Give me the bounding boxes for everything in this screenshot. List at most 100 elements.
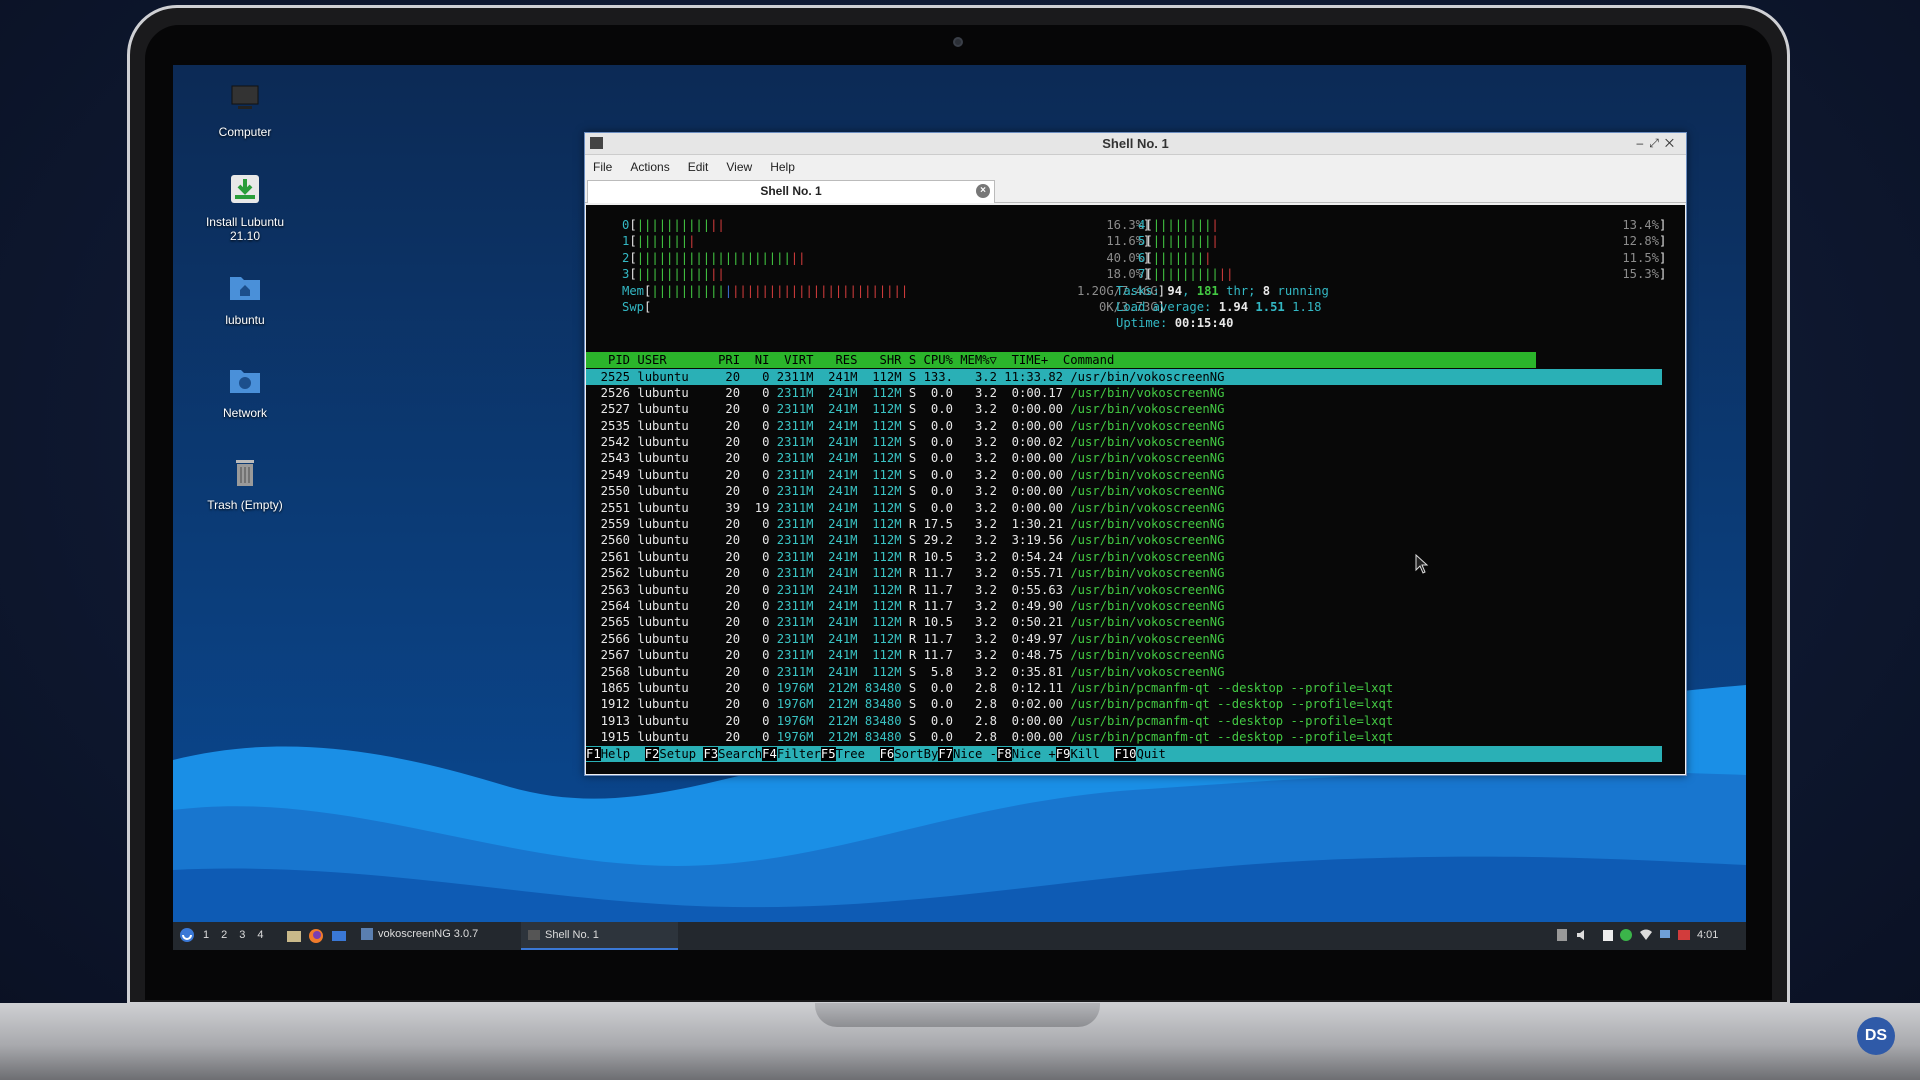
minimize-icon[interactable]: – <box>1637 136 1650 150</box>
desktop-icon-install-lubuntu[interactable]: Install Lubuntu 21.10 <box>190 170 300 243</box>
process-row[interactable]: 2560 lubuntu 20 0 2311M 241M 112M S 29.2… <box>586 532 1662 548</box>
terminal-window[interactable]: Shell No. 1 –⤢✕ File Actions Edit View H… <box>584 132 1687 776</box>
keyboard-layout-icon[interactable] <box>1555 928 1569 942</box>
process-row[interactable]: 2566 lubuntu 20 0 2311M 241M 112M R 11.7… <box>586 631 1662 647</box>
meter-row: 1[|||||||| 11.6%] 5[||||||||| 12.8%] <box>586 233 1685 249</box>
clipboard-icon[interactable] <box>1601 928 1615 942</box>
maximize-icon[interactable]: ⤢ <box>1649 136 1665 150</box>
process-mem: 3.2 <box>952 664 997 679</box>
process-shr: 112M <box>857 435 902 450</box>
process-row[interactable]: 1913 lubuntu 20 0 1976M 212M 83480 S 0.0… <box>586 713 1662 729</box>
fkey-key: F2 <box>644 747 660 761</box>
desktop-icon-label: Install Lubuntu 21.10 <box>205 215 285 243</box>
close-icon[interactable]: ✕ <box>1665 136 1680 150</box>
terminal-area[interactable]: 0[|||||||||||| 16.3%] 4[||||||||| 13.4%]… <box>586 205 1685 774</box>
clock[interactable]: 4:01 <box>1697 929 1718 941</box>
menu-edit[interactable]: Edit <box>688 160 709 174</box>
process-pid: 2551 <box>586 500 638 515</box>
fkey-f4[interactable]: F4Filter <box>762 747 821 761</box>
fkey-f2[interactable]: F2Setup <box>644 747 704 761</box>
process-state: R <box>901 549 917 564</box>
fkey-f6[interactable]: F6SortBy <box>879 747 938 761</box>
desktop-switcher: 1234 <box>203 929 264 941</box>
process-time: 0:55.71 <box>996 566 1071 581</box>
process-row[interactable]: 2551 lubuntu 39 19 2311M 241M 112M S 0.0… <box>586 500 1662 516</box>
process-row[interactable]: 2543 lubuntu 20 0 2311M 241M 112M S 0.0 … <box>586 450 1662 466</box>
process-row[interactable]: 2525 lubuntu 20 0 2311M 241M 112M S 133.… <box>586 368 1662 385</box>
process-row[interactable]: 2567 lubuntu 20 0 2311M 241M 112M R 11.7… <box>586 647 1662 663</box>
process-row[interactable]: 2526 lubuntu 20 0 2311M 241M 112M S 0.0 … <box>586 385 1662 401</box>
desktop-1[interactable]: 1 <box>203 929 209 941</box>
fkey-f3[interactable]: F3Search <box>703 747 762 761</box>
record-icon[interactable] <box>1677 928 1691 942</box>
process-row[interactable]: 2550 lubuntu 20 0 2311M 241M 112M S 0.0 … <box>586 483 1662 499</box>
process-user: lubuntu <box>637 582 704 597</box>
menu-view[interactable]: View <box>726 160 752 174</box>
process-ni: 0 <box>740 418 770 433</box>
bracket-open: [ <box>629 267 637 282</box>
process-row[interactable]: 2565 lubuntu 20 0 2311M 241M 112M R 10.5… <box>586 614 1662 630</box>
cpu-bar-system: || <box>790 250 806 265</box>
file-manager-icon[interactable] <box>286 928 302 944</box>
menu-help[interactable]: Help <box>770 160 795 174</box>
process-ni: 0 <box>740 451 770 466</box>
process-virt: 2311M <box>769 631 814 646</box>
fkey-f5[interactable]: F5Tree <box>820 747 880 761</box>
network-icon[interactable] <box>1658 928 1672 942</box>
fkey-f10[interactable]: F10Quit <box>1114 747 1166 761</box>
process-mem: 3.2 <box>952 631 997 646</box>
process-cpu: 10.5 <box>916 615 953 630</box>
menu-actions[interactable]: Actions <box>630 160 669 174</box>
volume-icon[interactable] <box>1575 928 1589 942</box>
process-pri: 20 <box>703 680 741 695</box>
process-command: /usr/bin/vokoscreenNG <box>1070 533 1225 548</box>
process-row[interactable]: 2563 lubuntu 20 0 2311M 241M 112M R 11.7… <box>586 582 1662 598</box>
desktop-icon-computer[interactable]: Computer <box>190 80 300 139</box>
process-cpu: 0.0 <box>916 680 953 695</box>
process-time: 0:00.17 <box>996 385 1071 400</box>
desktop-icon-trash[interactable]: Trash (Empty) <box>190 453 300 512</box>
fkey-f1[interactable]: F1Help <box>586 747 645 761</box>
process-pid: 2542 <box>586 435 638 450</box>
fkey-f9[interactable]: F9Kill <box>1055 747 1115 761</box>
show-desktop-icon[interactable] <box>331 928 347 944</box>
process-row[interactable]: 2559 lubuntu 20 0 2311M 241M 112M R 17.5… <box>586 516 1662 532</box>
process-pri: 20 <box>703 435 741 450</box>
mem-label: Mem <box>600 283 645 298</box>
desktop-icon-network[interactable]: Network <box>190 361 300 420</box>
desktop-2[interactable]: 2 <box>221 929 227 941</box>
process-row[interactable]: 2564 lubuntu 20 0 2311M 241M 112M R 11.7… <box>586 598 1662 614</box>
desktop-icon-home[interactable]: lubuntu <box>190 268 300 327</box>
process-row[interactable]: 1912 lubuntu 20 0 1976M 212M 83480 S 0.0… <box>586 696 1662 712</box>
fkey-f8[interactable]: F8Nice + <box>997 747 1056 761</box>
wifi-icon[interactable] <box>1639 928 1653 942</box>
process-shr: 112M <box>857 418 902 433</box>
menu-file[interactable]: File <box>593 160 612 174</box>
process-row[interactable]: 2568 lubuntu 20 0 2311M 241M 112M S 5.8 … <box>586 664 1662 680</box>
process-virt: 2311M <box>769 369 814 384</box>
process-row[interactable]: 2535 lubuntu 20 0 2311M 241M 112M S 0.0 … <box>586 418 1662 434</box>
process-row[interactable]: 1865 lubuntu 20 0 1976M 212M 83480 S 0.0… <box>586 680 1662 696</box>
process-res: 241M <box>813 566 858 581</box>
process-row[interactable]: 2549 lubuntu 20 0 2311M 241M 112M S 0.0 … <box>586 467 1662 483</box>
process-row[interactable]: 2562 lubuntu 20 0 2311M 241M 112M R 11.7… <box>586 565 1662 581</box>
desktop-4[interactable]: 4 <box>257 929 263 941</box>
process-table-header[interactable]: PID USER PRI NI VIRT RES SHR S CPU% MEM%… <box>586 352 1536 369</box>
process-row[interactable]: 1915 lubuntu 20 0 1976M 212M 83480 S 0.0… <box>586 729 1662 745</box>
window-titlebar[interactable]: Shell No. 1 –⤢✕ <box>585 133 1686 155</box>
process-row[interactable]: 2542 lubuntu 20 0 2311M 241M 112M S 0.0 … <box>586 434 1662 450</box>
update-notifier-icon[interactable] <box>1619 928 1633 942</box>
desktop-3[interactable]: 3 <box>239 929 245 941</box>
tab-shell-1[interactable]: Shell No. 1 × <box>587 180 995 203</box>
process-command: /usr/bin/vokoscreenNG <box>1070 484 1225 499</box>
process-ni: 0 <box>740 533 770 548</box>
firefox-icon[interactable] <box>308 928 324 944</box>
process-row[interactable]: 2527 lubuntu 20 0 2311M 241M 112M S 0.0 … <box>586 401 1662 417</box>
fkey-f7[interactable]: F7Nice - <box>938 747 997 761</box>
process-row[interactable]: 2561 lubuntu 20 0 2311M 241M 112M R 10.5… <box>586 549 1662 565</box>
tab-close-icon[interactable]: × <box>976 184 990 198</box>
taskbar-app-shell[interactable]: Shell No. 1 <box>521 922 678 950</box>
taskbar-app-vokoscreen[interactable]: vokoscreenNG 3.0.7 <box>356 925 482 943</box>
lubuntu-menu-icon[interactable] <box>179 927 195 943</box>
process-command: /usr/bin/vokoscreenNG <box>1070 369 1225 384</box>
